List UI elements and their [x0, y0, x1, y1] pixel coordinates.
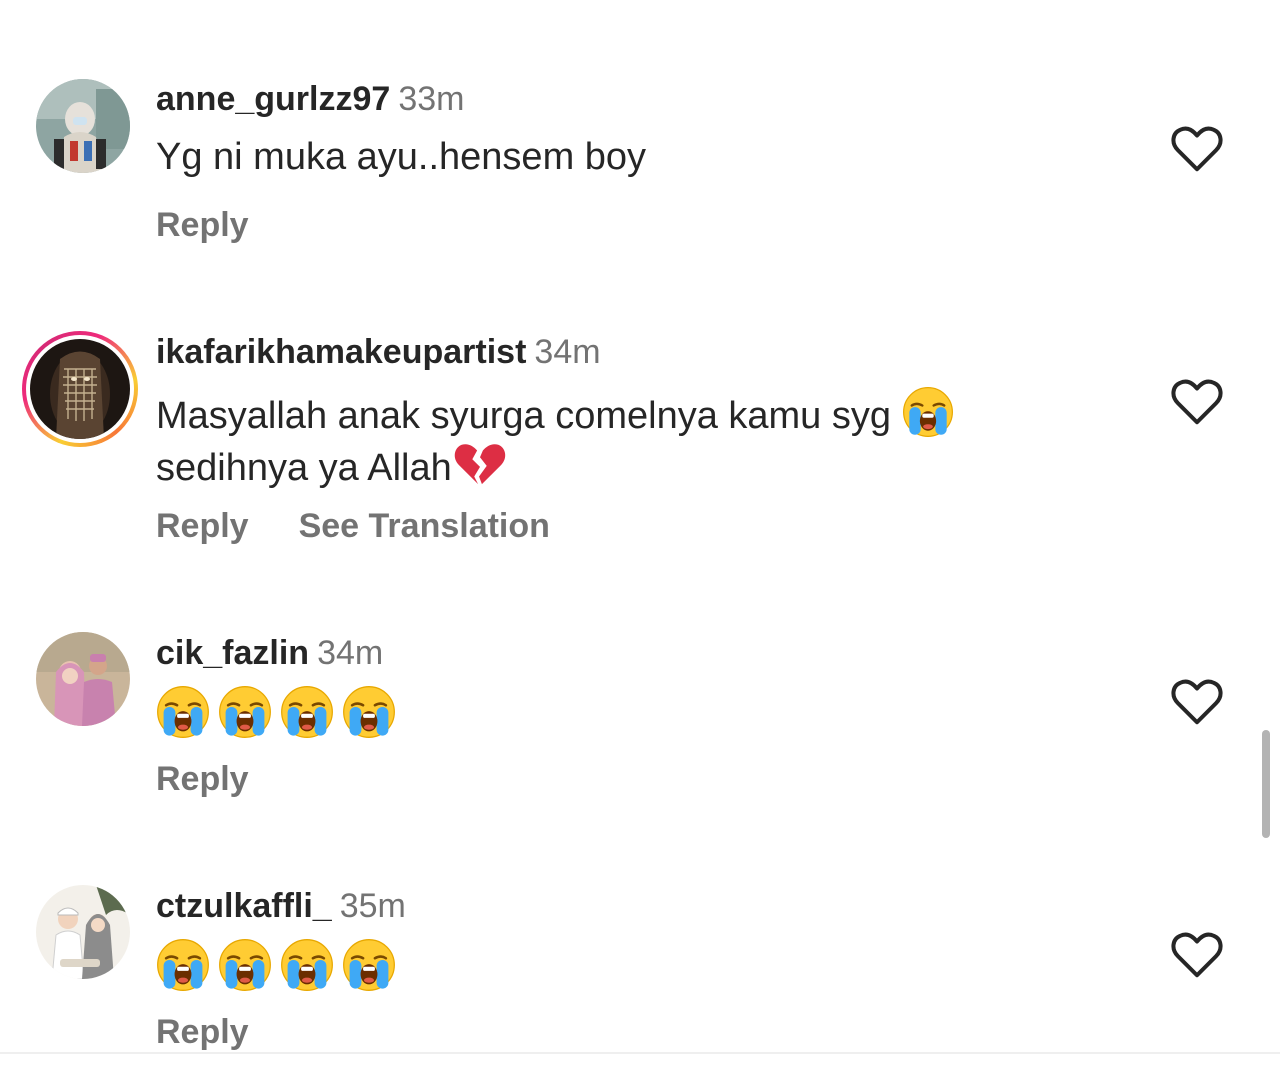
reply-button[interactable]: Reply — [156, 506, 249, 546]
like-heart-icon[interactable] — [1170, 677, 1224, 727]
see-translation-button[interactable]: See Translation — [299, 506, 550, 546]
username[interactable]: cik_fazlin — [156, 634, 309, 672]
like-heart-icon[interactable] — [1170, 124, 1224, 174]
reply-button[interactable]: Reply — [156, 205, 249, 245]
comment-text-line: sedihnya ya Allah — [156, 447, 452, 489]
comment-header: ctzulkaffli_ 35m — [156, 886, 406, 926]
username[interactable]: anne_gurlzz97 — [156, 80, 390, 118]
avatar[interactable] — [36, 632, 130, 726]
loudly-crying-face-icon — [342, 685, 396, 739]
emoji-row — [156, 938, 396, 992]
reply-button[interactable]: Reply — [156, 1012, 249, 1052]
divider — [0, 1052, 1280, 1054]
timestamp: 35m — [339, 887, 406, 925]
loudly-crying-face-icon — [280, 938, 334, 992]
comment-actions: Reply — [156, 205, 249, 245]
timestamp: 34m — [534, 333, 601, 371]
loudly-crying-face-icon — [342, 938, 396, 992]
avatar — [30, 339, 130, 439]
comment-actions: Reply See Translation — [156, 506, 550, 546]
username[interactable]: ikafarikhamakeupartist — [156, 333, 526, 371]
story-ring[interactable] — [22, 331, 138, 447]
comment-text: Yg ni muka ayu..hensem boy — [156, 136, 647, 178]
username[interactable]: ctzulkaffli_ — [156, 887, 332, 925]
comment-text-line: Masyallah anak syurga comelnya kamu syg — [156, 395, 892, 437]
comment-actions: Reply — [156, 1012, 249, 1052]
loudly-crying-face-icon — [902, 386, 954, 438]
avatar[interactable] — [36, 885, 130, 979]
loudly-crying-face-icon — [156, 685, 210, 739]
loudly-crying-face-icon — [156, 938, 210, 992]
comment-header: ikafarikhamakeupartist 34m — [156, 332, 601, 372]
comment-header: cik_fazlin 34m — [156, 633, 383, 673]
like-heart-icon[interactable] — [1170, 377, 1224, 427]
reply-button[interactable]: Reply — [156, 759, 249, 799]
loudly-crying-face-icon — [218, 938, 272, 992]
loudly-crying-face-icon — [218, 685, 272, 739]
comment-actions: Reply — [156, 759, 249, 799]
like-heart-icon[interactable] — [1170, 930, 1224, 980]
user-avatar-couple-icon — [36, 632, 130, 726]
comment-header: anne_gurlzz97 33m — [156, 79, 464, 119]
broken-heart-icon — [454, 444, 505, 485]
avatar[interactable] — [36, 79, 130, 173]
timestamp: 34m — [317, 634, 384, 672]
user-avatar-hijab-icon — [36, 79, 130, 173]
comment-text: Masyallah anak syurga comelnya kamu syg … — [156, 386, 1076, 492]
scrollbar[interactable] — [1262, 730, 1270, 838]
user-avatar-veil-icon — [30, 339, 130, 439]
loudly-crying-face-icon — [280, 685, 334, 739]
emoji-row — [156, 685, 396, 739]
user-avatar-illustrated-couple-icon — [36, 885, 130, 979]
timestamp: 33m — [398, 80, 465, 118]
